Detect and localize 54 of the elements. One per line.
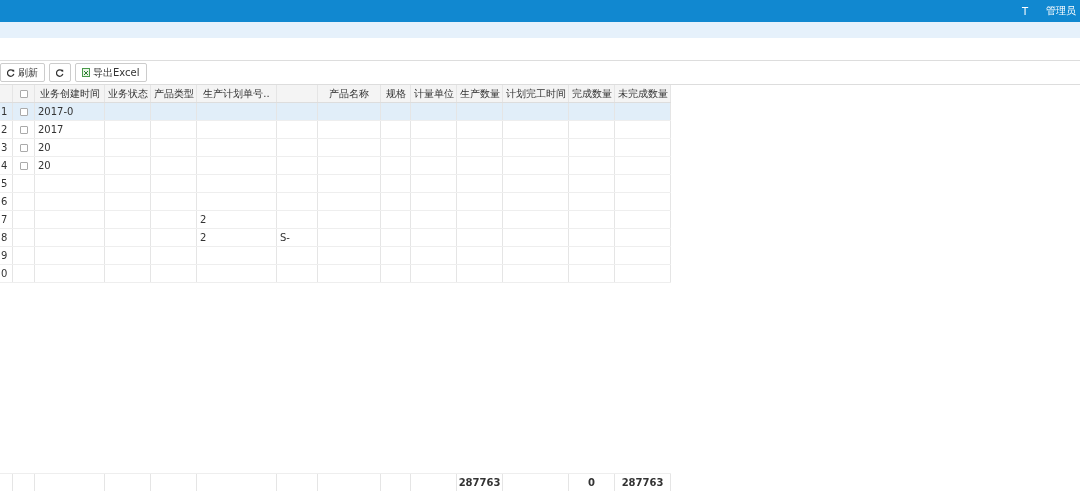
topbar-text[interactable]: 管理员	[1046, 4, 1076, 18]
column-header: 规格	[385, 86, 406, 101]
table-cell: 20	[38, 160, 51, 171]
column-header: 生产计划单号..	[203, 86, 270, 101]
refresh-button[interactable]: 刷新	[0, 63, 45, 82]
row-number: 2	[1, 124, 8, 135]
table-cell: 20	[38, 142, 51, 153]
refresh-icon	[7, 68, 15, 77]
table-row[interactable]: 9	[0, 247, 671, 265]
row-number: 1	[1, 106, 8, 117]
table-row[interactable]: 5	[0, 175, 671, 193]
total-value: 287763	[621, 477, 664, 488]
row-number: 4	[1, 160, 8, 171]
column-header: 完成数量	[571, 86, 612, 101]
row-number: 5	[1, 178, 8, 189]
row-number: 7	[1, 214, 8, 225]
table-row[interactable]: 1 2017-0	[0, 103, 671, 121]
column-header: 计量单位	[413, 86, 454, 101]
row-number: 3	[1, 142, 8, 153]
table-cell: 2	[200, 232, 207, 243]
column-header: 业务状态	[107, 86, 148, 101]
spreadsheet-icon	[82, 68, 90, 77]
row-number: 9	[1, 250, 8, 261]
table-cell: 2	[200, 214, 207, 225]
column-header: 生产数量	[459, 86, 500, 101]
refresh-button[interactable]	[49, 63, 71, 82]
total-value: 287763	[458, 477, 501, 488]
column-header: 业务创建时间	[39, 86, 100, 101]
table-row[interactable]: 4 20	[0, 157, 671, 175]
column-header: 产品类型	[153, 86, 194, 101]
column-header: 产品名称	[329, 86, 369, 101]
checkbox[interactable]	[19, 89, 28, 98]
table-cell: 2017-0	[38, 106, 74, 117]
checkbox[interactable]	[19, 143, 28, 152]
topbar-text[interactable]: T	[1021, 5, 1028, 17]
checkbox[interactable]	[19, 161, 28, 170]
export-button[interactable]: 导出Excel	[75, 63, 147, 82]
row-number: 8	[1, 232, 8, 243]
checkbox[interactable]	[19, 125, 28, 134]
table-row[interactable]: 0	[0, 265, 671, 283]
column-header: 未完成数量	[617, 86, 668, 101]
table-cell: 2017	[38, 124, 64, 135]
row-number: 6	[1, 196, 8, 207]
table-row[interactable]: 8 2 S-	[0, 229, 671, 247]
table-cell: S-	[280, 232, 290, 243]
table-row[interactable]: 3 20	[0, 139, 671, 157]
refresh-icon	[56, 68, 64, 77]
column-header: 计划完工时间	[505, 86, 566, 101]
checkbox[interactable]	[19, 107, 28, 116]
table-row[interactable]: 6	[0, 193, 671, 211]
table-row[interactable]: 7 2	[0, 211, 671, 229]
table-row[interactable]: 2 2017	[0, 121, 671, 139]
total-value: 0	[588, 477, 595, 488]
row-number: 0	[1, 268, 8, 279]
